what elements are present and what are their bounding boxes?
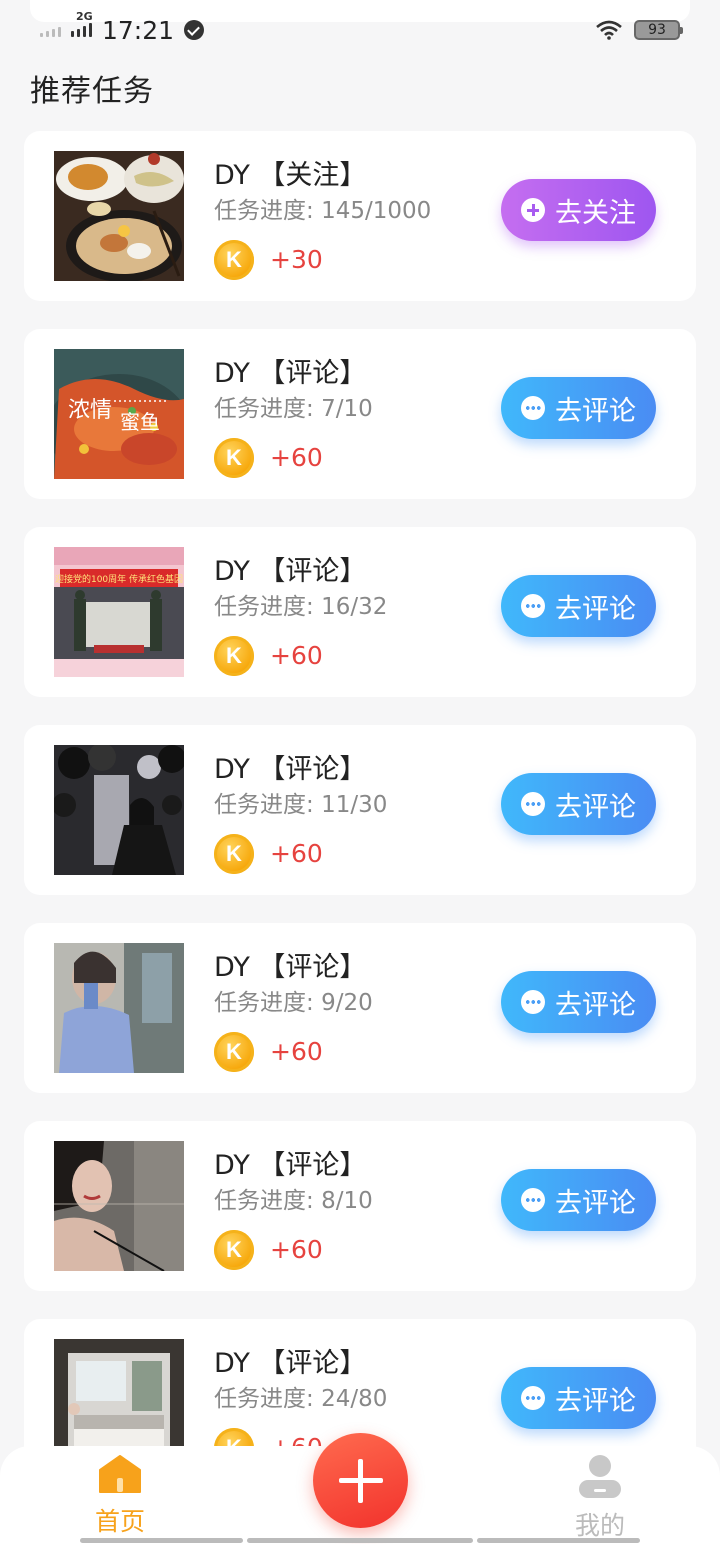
progress-label: 任务进度: (214, 990, 322, 1016)
task-card[interactable]: 浓情 蜜鱼 DY 【评论】 任务进度: 7/10 K +60 去评论 (24, 329, 696, 499)
task-card[interactable]: DY 【评论】 任务进度: 8/10 K +60 去评论 (24, 1121, 696, 1291)
task-thumbnail (54, 151, 184, 281)
task-reward: +60 (270, 839, 323, 868)
task-reward: +60 (270, 1235, 323, 1264)
tab-mine[interactable]: 我的 (550, 1454, 650, 1542)
task-card[interactable]: 迎接党的100周年 传承红色基因 DY 【评论】 任务进度: 16/32 K +… (24, 527, 696, 697)
task-title: DY 【评论】 (214, 358, 367, 389)
progress-label: 任务进度: (214, 1386, 322, 1412)
chat-bubble-icon (521, 990, 545, 1014)
signal-sim1-icon (40, 23, 61, 37)
task-card[interactable]: DY 【关注】 任务进度: 145/1000 K +30 去关注 (24, 131, 696, 301)
task-progress: 任务进度: 16/32 (214, 587, 387, 621)
comment-button[interactable]: 去评论 (501, 773, 656, 835)
progress-value: 24/80 (321, 1386, 388, 1412)
chat-bubble-icon (521, 396, 545, 420)
chat-bubble-icon (521, 1188, 545, 1212)
task-title: DY 【关注】 (214, 160, 367, 191)
task-card[interactable]: DY 【评论】 任务进度: 11/30 K +60 去评论 (24, 725, 696, 895)
chat-bubble-icon (521, 594, 545, 618)
follow-button-label: 去关注 (555, 197, 636, 229)
wifi-icon (596, 20, 622, 40)
task-thumbnail: 浓情 蜜鱼 (54, 349, 184, 479)
task-thumbnail (54, 1141, 184, 1271)
thumb-text-1: 浓情 (68, 398, 112, 423)
task-thumbnail (54, 745, 184, 875)
tab-mine-label: 我的 (574, 1511, 625, 1540)
comment-button[interactable]: 去评论 (501, 1169, 656, 1231)
task-thumbnail: 迎接党的100周年 传承红色基因 (54, 547, 184, 677)
battery-icon: 93 (634, 20, 683, 40)
coin-icon: K (214, 1230, 254, 1270)
plus-circle-icon (521, 198, 545, 222)
progress-label: 任务进度: (214, 792, 322, 818)
progress-label: 任务进度: (214, 198, 322, 224)
task-card[interactable]: DY 【评论】 任务进度: 9/20 K +60 去评论 (24, 923, 696, 1093)
task-reward: +60 (270, 1037, 323, 1066)
section-title: 推荐任务 (30, 74, 154, 109)
task-progress: 任务进度: 11/30 (214, 785, 387, 819)
coin-icon: K (214, 240, 254, 280)
status-left: 2G 17:21 (40, 10, 205, 45)
task-progress: 任务进度: 8/10 (214, 1181, 373, 1215)
thumb-text-2: 蜜鱼 (120, 410, 160, 434)
progress-value: 11/30 (321, 792, 388, 818)
task-thumbnail (54, 943, 184, 1073)
network-type: 2G (76, 9, 93, 23)
progress-label: 任务进度: (214, 1188, 322, 1214)
progress-value: 16/32 (321, 594, 388, 620)
comment-button-label: 去评论 (555, 1187, 636, 1219)
comment-button[interactable]: 去评论 (501, 971, 656, 1033)
home-indicator (80, 1538, 243, 1543)
comment-button-label: 去评论 (555, 791, 636, 823)
signal-sim2-icon (71, 23, 92, 37)
task-reward: +30 (270, 245, 323, 274)
coin-icon: K (214, 834, 254, 874)
comment-button-label: 去评论 (555, 989, 636, 1021)
task-progress: 任务进度: 24/80 (214, 1379, 387, 1413)
comment-button-label: 去评论 (555, 1385, 636, 1417)
comment-button[interactable]: 去评论 (501, 377, 656, 439)
task-reward: +60 (270, 641, 323, 670)
comment-button-label: 去评论 (555, 395, 636, 427)
coin-icon: K (214, 1032, 254, 1072)
progress-value: 145/1000 (321, 198, 432, 224)
home-indicator (477, 1538, 640, 1543)
clock: 17:21 (102, 15, 175, 45)
status-right: 93 (596, 20, 683, 40)
chat-bubble-icon (521, 1386, 545, 1410)
progress-label: 任务进度: (214, 396, 322, 422)
task-title: DY 【评论】 (214, 952, 367, 983)
home-icon (99, 1455, 141, 1493)
progress-value: 7/10 (321, 396, 373, 422)
coin-icon: K (214, 636, 254, 676)
task-title: DY 【评论】 (214, 1348, 367, 1379)
tab-home[interactable]: 首页 (70, 1454, 170, 1538)
comment-button[interactable]: 去评论 (501, 575, 656, 637)
chat-bubble-icon (521, 792, 545, 816)
tab-home-label: 首页 (94, 1507, 145, 1536)
task-title: DY 【评论】 (214, 556, 367, 587)
task-title: DY 【评论】 (214, 1150, 367, 1181)
task-title: DY 【评论】 (214, 754, 367, 785)
user-icon (579, 1455, 621, 1498)
progress-value: 8/10 (321, 1188, 373, 1214)
task-list: DY 【关注】 任务进度: 145/1000 K +30 去关注 浓情 蜜鱼 D… (24, 131, 696, 1517)
home-indicator (247, 1538, 473, 1543)
comment-button[interactable]: 去评论 (501, 1367, 656, 1429)
verified-check-icon (184, 20, 205, 40)
add-task-button[interactable] (313, 1433, 408, 1528)
progress-label: 任务进度: (214, 594, 322, 620)
status-bar: 2G 17:21 93 (0, 10, 720, 50)
coin-icon: K (214, 438, 254, 478)
thumb-banner-text: 迎接党的100周年 传承红色基因 (55, 573, 183, 585)
task-progress: 任务进度: 145/1000 (214, 191, 431, 225)
progress-value: 9/20 (321, 990, 373, 1016)
comment-button-label: 去评论 (555, 593, 636, 625)
task-reward: +60 (270, 443, 323, 472)
task-progress: 任务进度: 9/20 (214, 983, 373, 1017)
follow-button[interactable]: 去关注 (501, 179, 656, 241)
task-progress: 任务进度: 7/10 (214, 389, 373, 423)
